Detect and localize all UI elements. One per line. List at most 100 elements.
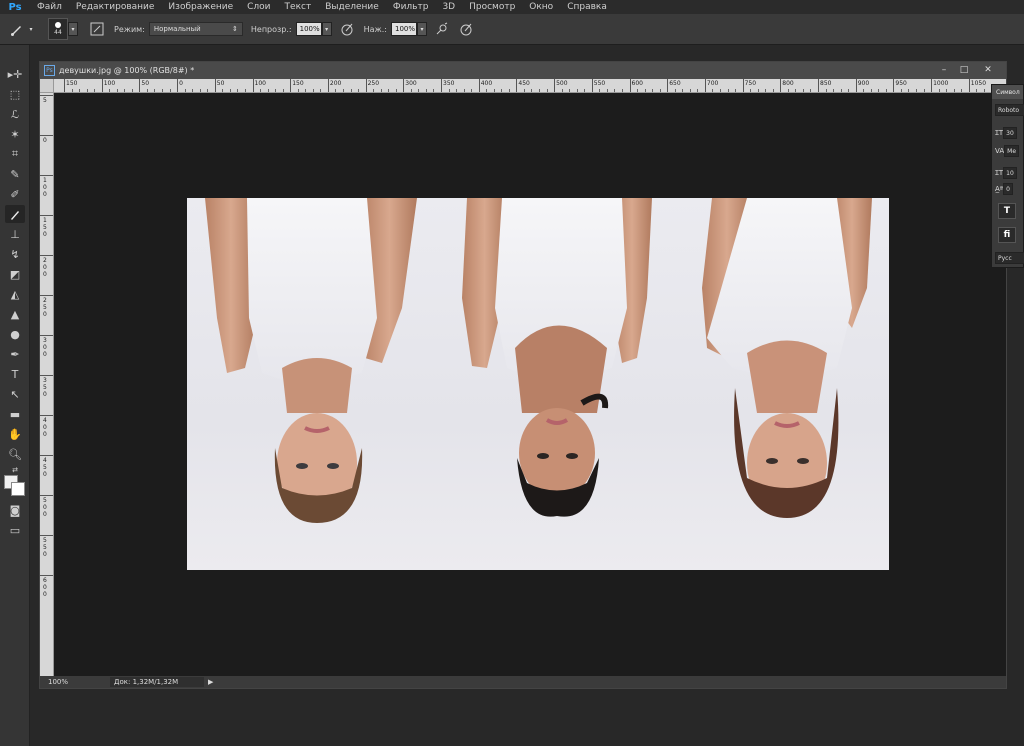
canvas-area[interactable]	[54, 93, 1006, 678]
background-color-swatch[interactable]	[11, 482, 25, 496]
menu-type[interactable]: Текст	[278, 2, 319, 12]
kerning-input[interactable]: Ме	[1004, 145, 1020, 157]
close-icon[interactable]: ✕	[980, 64, 996, 76]
character-panel-title[interactable]: Символ	[992, 85, 1023, 99]
ruler-h-minor-tick	[584, 89, 586, 92]
baseline-shift-input[interactable]: 0	[1003, 183, 1013, 195]
menu-edit[interactable]: Редактирование	[69, 2, 162, 12]
ruler-h-minor-tick	[961, 89, 963, 92]
ruler-h-minor-tick	[79, 89, 81, 92]
opacity-input[interactable]: 100%	[295, 22, 322, 36]
blend-mode-select[interactable]: Нормальный ⇕	[148, 22, 243, 36]
menu-view[interactable]: Просмотр	[462, 2, 522, 12]
menu-help[interactable]: Справка	[560, 2, 614, 12]
faux-bold-button[interactable]: T	[998, 203, 1016, 219]
vertical-scale-input[interactable]: 10	[1003, 167, 1017, 179]
menu-file[interactable]: Файл	[30, 2, 69, 12]
crop-tool-icon[interactable]: ⌗	[5, 145, 25, 163]
font-size-icon: ꞮT	[995, 128, 1004, 137]
menu-image[interactable]: Изображение	[161, 2, 240, 12]
zoom-level[interactable]: 100%	[40, 678, 76, 686]
photo-image[interactable]	[187, 198, 889, 570]
flow-dropdown[interactable]: ▾	[416, 22, 427, 36]
ruler-h-minor-tick	[275, 89, 277, 92]
menu-window[interactable]: Окно	[522, 2, 560, 12]
blur-tool-icon[interactable]: ▲	[5, 305, 25, 323]
ruler-h-minor-tick	[267, 89, 269, 92]
pen-tool-icon[interactable]: ✒	[5, 345, 25, 363]
eyedropper-tool-icon[interactable]: ✎	[5, 165, 25, 183]
opacity-dropdown[interactable]: ▾	[321, 22, 332, 36]
ruler-h-minor-tick	[456, 89, 458, 92]
minimize-icon[interactable]: –	[936, 64, 952, 76]
airbrush-icon[interactable]	[433, 20, 451, 38]
menu-select[interactable]: Выделение	[318, 2, 386, 12]
ruler-h-label: 50	[141, 80, 150, 87]
ruler-v-tick	[40, 415, 53, 416]
pressure-opacity-icon[interactable]	[338, 20, 356, 38]
ruler-h-minor-tick	[531, 89, 533, 92]
hand-tool-icon[interactable]: ✋	[5, 425, 25, 443]
magic-wand-tool-icon[interactable]: ✶	[5, 125, 25, 143]
brush-tool-icon[interactable]	[5, 205, 25, 223]
ruler-h-minor-tick	[637, 89, 639, 92]
brush-picker-dropdown[interactable]: ▾	[68, 22, 78, 36]
ruler-h-minor-tick	[757, 89, 759, 92]
font-size-input[interactable]: 30	[1003, 127, 1017, 139]
eraser-tool-icon[interactable]: ◩	[5, 265, 25, 283]
paint-bucket-tool-icon[interactable]: ◭	[5, 285, 25, 303]
move-tool-icon[interactable]: ▸✛	[5, 65, 25, 83]
path-selection-tool-icon[interactable]: ↖	[5, 385, 25, 403]
menu-layers[interactable]: Слои	[240, 2, 277, 12]
rectangle-tool-icon[interactable]: ▬	[5, 405, 25, 423]
ruler-h-label: 100	[103, 80, 116, 87]
pressure-size-icon[interactable]	[457, 20, 475, 38]
status-menu-arrow-icon[interactable]: ▶	[208, 678, 213, 686]
marquee-tool-icon[interactable]: ⬚	[5, 85, 25, 103]
ruler-h-tick	[139, 79, 141, 92]
ligatures-button[interactable]: fi	[998, 227, 1016, 243]
tool-preset-dropdown[interactable]: ▾	[26, 22, 36, 36]
brush-tool-preset-icon[interactable]	[8, 20, 26, 38]
brush-preset-picker[interactable]: 44	[48, 18, 68, 40]
ruler-v-tick	[40, 215, 53, 216]
baseline-shift-icon: A̲ª	[995, 185, 1004, 193]
menu-filter[interactable]: Фильтр	[386, 2, 436, 12]
font-family-select[interactable]: Roboto	[995, 104, 1024, 116]
healing-brush-tool-icon[interactable]: ✐	[5, 185, 25, 203]
screen-mode-icon[interactable]: ▭	[5, 521, 25, 539]
brush-panel-toggle-icon[interactable]	[88, 20, 106, 38]
dodge-tool-icon[interactable]: ●	[5, 325, 25, 343]
ruler-h-label: 600	[631, 80, 643, 87]
ruler-h-minor-tick	[840, 89, 842, 92]
horizontal-ruler[interactable]: 150 100 50 0 50 100 150 200 250 300 350 400 450 500 55…	[54, 79, 1006, 93]
ruler-h-minor-tick	[260, 89, 262, 92]
lasso-tool-icon[interactable]: ℒ	[5, 105, 25, 123]
character-panel: Символ Roboto ꞮT 30 VA Ме ꞮT 10 A̲ª 0 T …	[991, 84, 1024, 268]
history-brush-tool-icon[interactable]: ↯	[5, 245, 25, 263]
ruler-h-minor-tick	[885, 89, 887, 92]
type-tool-icon[interactable]: T	[5, 365, 25, 383]
maximize-icon[interactable]: □	[956, 64, 972, 76]
ruler-h-minor-tick	[772, 89, 774, 92]
clone-stamp-tool-icon[interactable]: ⊥	[5, 225, 25, 243]
ruler-h-minor-tick	[539, 89, 541, 92]
language-select[interactable]: Русс	[995, 252, 1024, 264]
ruler-h-minor-tick	[237, 89, 239, 92]
ruler-h-minor-tick	[418, 89, 420, 92]
woman-middle	[462, 198, 652, 517]
flow-input[interactable]: 100%	[390, 22, 417, 36]
document-size[interactable]: Док: 1,32M/1,32M	[110, 677, 204, 687]
vertical-ruler[interactable]: 5 0 1 0 0 1 5 0 2 0 0 2 5 0 3 0 0 3 5 0 4 0 0 4 5…	[40, 93, 54, 678]
ruler-h-minor-tick	[433, 89, 435, 92]
ruler-h-minor-tick	[787, 89, 789, 92]
ruler-h-minor-tick	[425, 89, 427, 92]
document-tab[interactable]: Ps девушки.jpg @ 100% (RGB/8#) * – □ ✕	[40, 62, 1006, 79]
ruler-h-label: 650	[669, 80, 681, 87]
menu-3d[interactable]: 3D	[435, 2, 462, 12]
ruler-h-minor-tick	[154, 89, 156, 92]
ruler-origin[interactable]	[40, 79, 54, 93]
ruler-h-minor-tick	[229, 89, 231, 92]
quick-mask-icon[interactable]: ◙	[5, 501, 25, 519]
ruler-h-minor-tick	[358, 89, 360, 92]
